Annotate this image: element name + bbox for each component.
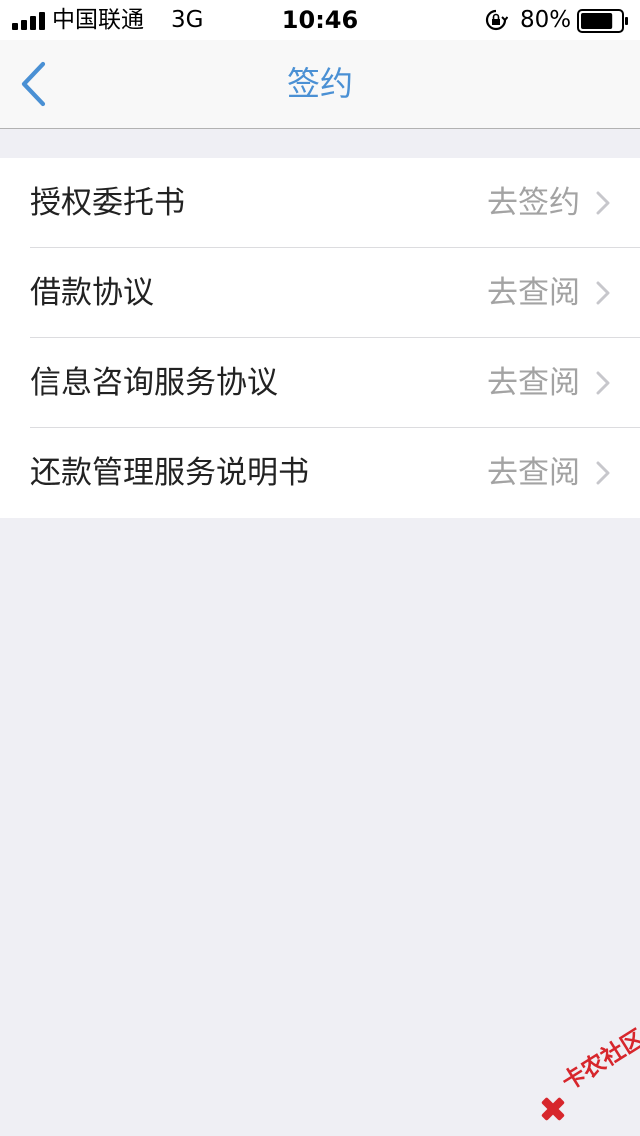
watermark-icon [541, 1097, 565, 1121]
orientation-lock-icon [485, 9, 508, 31]
list-item-label: 信息咨询服务协议 [30, 365, 278, 401]
list-item-loan-agreement[interactable]: 借款协议 去查阅 [0, 248, 640, 338]
battery-icon [577, 9, 628, 33]
list-item-label: 还款管理服务说明书 [30, 455, 309, 491]
chevron-right-icon [596, 281, 610, 305]
battery-percent: 80% [520, 7, 572, 33]
chevron-right-icon [596, 461, 610, 485]
document-list: 授权委托书 去签约 借款协议 去查阅 信息咨询服务协议 去查阅 还款管理服务说明… [0, 158, 640, 518]
sign-action[interactable]: 去签约 [487, 158, 580, 248]
view-action[interactable]: 去查阅 [487, 248, 580, 338]
watermark-text: 卡农社区 [557, 1025, 640, 1096]
list-item-consulting-agreement[interactable]: 信息咨询服务协议 去查阅 [0, 338, 640, 428]
chevron-right-icon [596, 371, 610, 395]
watermark-logo: 卡农社区 [530, 1025, 640, 1124]
page-title: 签约 [287, 64, 353, 103]
view-action[interactable]: 去查阅 [487, 338, 580, 428]
navigation-bar: 签约 [0, 40, 640, 129]
view-action[interactable]: 去查阅 [487, 428, 580, 518]
list-item-label: 借款协议 [30, 275, 154, 311]
list-item-label: 授权委托书 [30, 185, 185, 221]
list-item-repayment-instructions[interactable]: 还款管理服务说明书 去查阅 [0, 428, 640, 518]
status-bar: 中国联通 3G 10:46 80% [0, 0, 640, 40]
chevron-right-icon [596, 191, 610, 215]
list-item-authorization[interactable]: 授权委托书 去签约 [0, 158, 640, 248]
